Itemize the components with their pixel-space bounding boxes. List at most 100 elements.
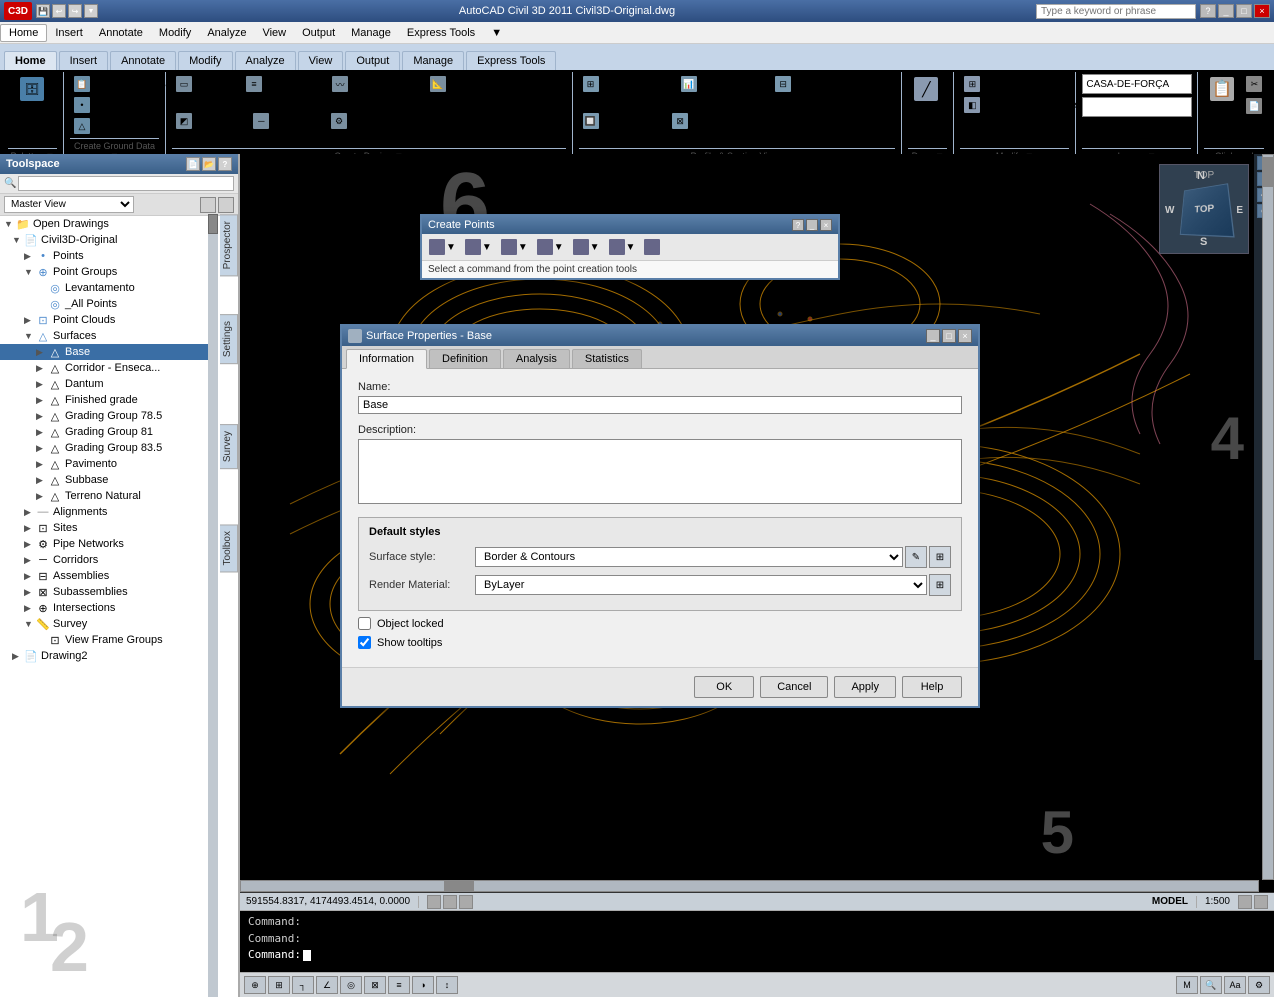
toolspace-search-input[interactable]: [18, 176, 234, 191]
tree-survey[interactable]: ▼ 📏 Survey: [0, 616, 218, 632]
sp-tab-analysis[interactable]: Analysis: [503, 349, 570, 368]
close-btn[interactable]: ×: [1254, 4, 1270, 18]
tree-points[interactable]: ▶ • Points: [0, 248, 218, 264]
tree-grading-785[interactable]: ▶ △ Grading Group 78.5: [0, 408, 218, 424]
sp-tab-information[interactable]: Information: [346, 349, 427, 369]
bt-osnap-btn[interactable]: ◎: [340, 976, 362, 994]
tree-alignments[interactable]: ▶ — Alignments: [0, 504, 218, 520]
bt-zoom-btn[interactable]: 🔍: [1200, 976, 1222, 994]
sp-minimize-btn[interactable]: _: [926, 329, 940, 343]
tree-levantamento[interactable]: ◎ Levantamento: [0, 280, 218, 296]
help-btn[interactable]: ?: [1200, 4, 1216, 18]
view-selector[interactable]: Master View: [4, 196, 134, 213]
menu-annotate[interactable]: Annotate: [91, 25, 151, 41]
open-drawing-btn[interactable]: 📂: [202, 157, 216, 171]
tree-surfaces[interactable]: ▼ △ Surfaces: [0, 328, 218, 344]
bt-polar-btn[interactable]: ∠: [316, 976, 338, 994]
sp-apply-btn[interactable]: Apply: [834, 676, 896, 698]
tab-insert[interactable]: Insert: [59, 51, 109, 70]
cp-btn-1[interactable]: ▼: [426, 237, 459, 257]
tree-scrollbar[interactable]: [208, 214, 218, 997]
bt-sel-cycle-btn[interactable]: ↕: [436, 976, 458, 994]
tab-express-tools[interactable]: Express Tools: [466, 51, 556, 70]
v-scroll-thumb[interactable]: [1263, 157, 1273, 187]
sp-surface-style-browse-btn[interactable]: ⊞: [929, 546, 951, 568]
bt-workspace-btn[interactable]: ⚙: [1248, 976, 1270, 994]
sp-show-tooltips-checkbox[interactable]: [358, 636, 371, 649]
canvas-pane[interactable]: TOP TOP W E S N + - ✥ ↺ 3 4 5 6: [240, 154, 1274, 997]
sp-object-locked-checkbox[interactable]: [358, 617, 371, 630]
tree-assemblies[interactable]: ▶ ⊟ Assemblies: [0, 568, 218, 584]
cp-close-btn[interactable]: ×: [820, 219, 832, 231]
match-properties-btn[interactable]: ⊞ Match Properties: [960, 74, 1063, 94]
tree-drawing2[interactable]: ▶ 📄 Drawing2: [0, 648, 218, 664]
new-drawing-btn[interactable]: 📄: [186, 157, 200, 171]
tab-modify[interactable]: Modify: [178, 51, 232, 70]
tree-point-clouds[interactable]: ▶ ⊡ Point Clouds: [0, 312, 218, 328]
qat-more[interactable]: ▼: [84, 4, 98, 18]
paste-btn[interactable]: 📋 Paste: [1204, 74, 1240, 116]
menu-home[interactable]: Home: [0, 24, 47, 42]
corridor-btn[interactable]: ─ Corridor ▼: [249, 111, 325, 131]
sp-help-btn[interactable]: Help: [902, 676, 962, 698]
intersections-btn[interactable]: ⊞ Intersections ▼: [579, 74, 675, 94]
tree-finished-grade[interactable]: ▶ △ Finished grade: [0, 392, 218, 408]
tab-view[interactable]: View: [298, 51, 344, 70]
grading-btn[interactable]: ◩ Grading ▼: [172, 111, 247, 131]
cp-btn-4[interactable]: ▼: [534, 237, 567, 257]
tree-dantum[interactable]: ▶ △ Dantum: [0, 376, 218, 392]
feature-line-btn[interactable]: 〰 Feature Line ▼: [328, 74, 424, 94]
bt-snap-btn[interactable]: ⊕: [244, 976, 266, 994]
bt-grid-btn[interactable]: ⊞: [268, 976, 290, 994]
sample-lines-btn[interactable]: 🔲 Sample Lines: [579, 111, 667, 131]
menu-express-tools[interactable]: Express Tools: [399, 25, 483, 41]
sp-surface-style-edit-btn[interactable]: ✎: [905, 546, 927, 568]
tree-grading-81[interactable]: ▶ △ Grading Group 81: [0, 424, 218, 440]
tree-sites[interactable]: ▶ ⊡ Sites: [0, 520, 218, 536]
sp-render-material-browse-btn[interactable]: ⊞: [929, 574, 951, 596]
h-scroll-thumb[interactable]: [444, 881, 474, 891]
bt-annotation-btn[interactable]: Aa: [1224, 976, 1246, 994]
redo-btn[interactable]: ↪: [68, 4, 82, 18]
bt-model-btn[interactable]: M: [1176, 976, 1198, 994]
settings-bottom-btn[interactable]: [1238, 895, 1252, 909]
lock-btn[interactable]: [1254, 895, 1268, 909]
sp-description-input[interactable]: [358, 439, 962, 504]
layer-selector[interactable]: CASA-DE-FORÇA: [1082, 74, 1192, 94]
parcel-btn[interactable]: ▭ Parcel ▼: [172, 74, 240, 94]
tree-all-points[interactable]: ◎ _All Points: [0, 296, 218, 312]
toolbox-tab[interactable]: Toolbox: [220, 524, 238, 572]
sp-tab-statistics[interactable]: Statistics: [572, 349, 642, 368]
prospector-tab[interactable]: Prospector: [220, 214, 238, 276]
alignment-btn[interactable]: ≡ Alignment ▼: [242, 74, 326, 94]
menu-view[interactable]: View: [254, 25, 294, 41]
toolspace-btn[interactable]: 🗄 Toolspace: [8, 74, 57, 116]
profile-btn[interactable]: 📐 Profile ▼: [426, 74, 494, 94]
grid-btn[interactable]: [443, 895, 457, 909]
h-scrollbar[interactable]: [240, 880, 1259, 892]
bt-transparency-btn[interactable]: ◑: [412, 976, 434, 994]
help-toolspace-btn[interactable]: ?: [218, 157, 232, 171]
menu-insert[interactable]: Insert: [47, 25, 91, 41]
layer-state-btn[interactable]: ◧ Unsaved Layer State ▼: [960, 95, 1093, 115]
settings-tab[interactable]: Settings: [220, 314, 238, 364]
sp-render-material-select[interactable]: ByLayer: [475, 575, 927, 595]
cp-minimize-btn[interactable]: _: [806, 219, 818, 231]
bt-lineweight-btn[interactable]: ≡: [388, 976, 410, 994]
tree-subassemblies[interactable]: ▶ ⊠ Subassemblies: [0, 584, 218, 600]
cut-btn[interactable]: ✂ Cut: [1242, 74, 1274, 94]
menu-output[interactable]: Output: [294, 25, 343, 41]
assembly-btn[interactable]: ⊟ Assembly ▼: [771, 74, 854, 94]
tree-point-groups[interactable]: ▼ ⊕ Point Groups: [0, 264, 218, 280]
minimize-btn[interactable]: _: [1218, 4, 1234, 18]
tab-home[interactable]: Home: [4, 51, 57, 70]
v-scrollbar[interactable]: [1262, 154, 1274, 880]
surfaces-btn[interactable]: △ Surfaces ▼: [70, 116, 149, 136]
sp-name-input[interactable]: [358, 396, 962, 414]
sp-tab-definition[interactable]: Definition: [429, 349, 501, 368]
cp-btn-3[interactable]: ▼: [498, 237, 531, 257]
sp-close-btn[interactable]: ×: [958, 329, 972, 343]
menu-analyze[interactable]: Analyze: [199, 25, 254, 41]
cp-btn-7[interactable]: [641, 237, 663, 257]
tree-root-open-drawings[interactable]: ▼ 📁 Open Drawings: [0, 216, 218, 232]
